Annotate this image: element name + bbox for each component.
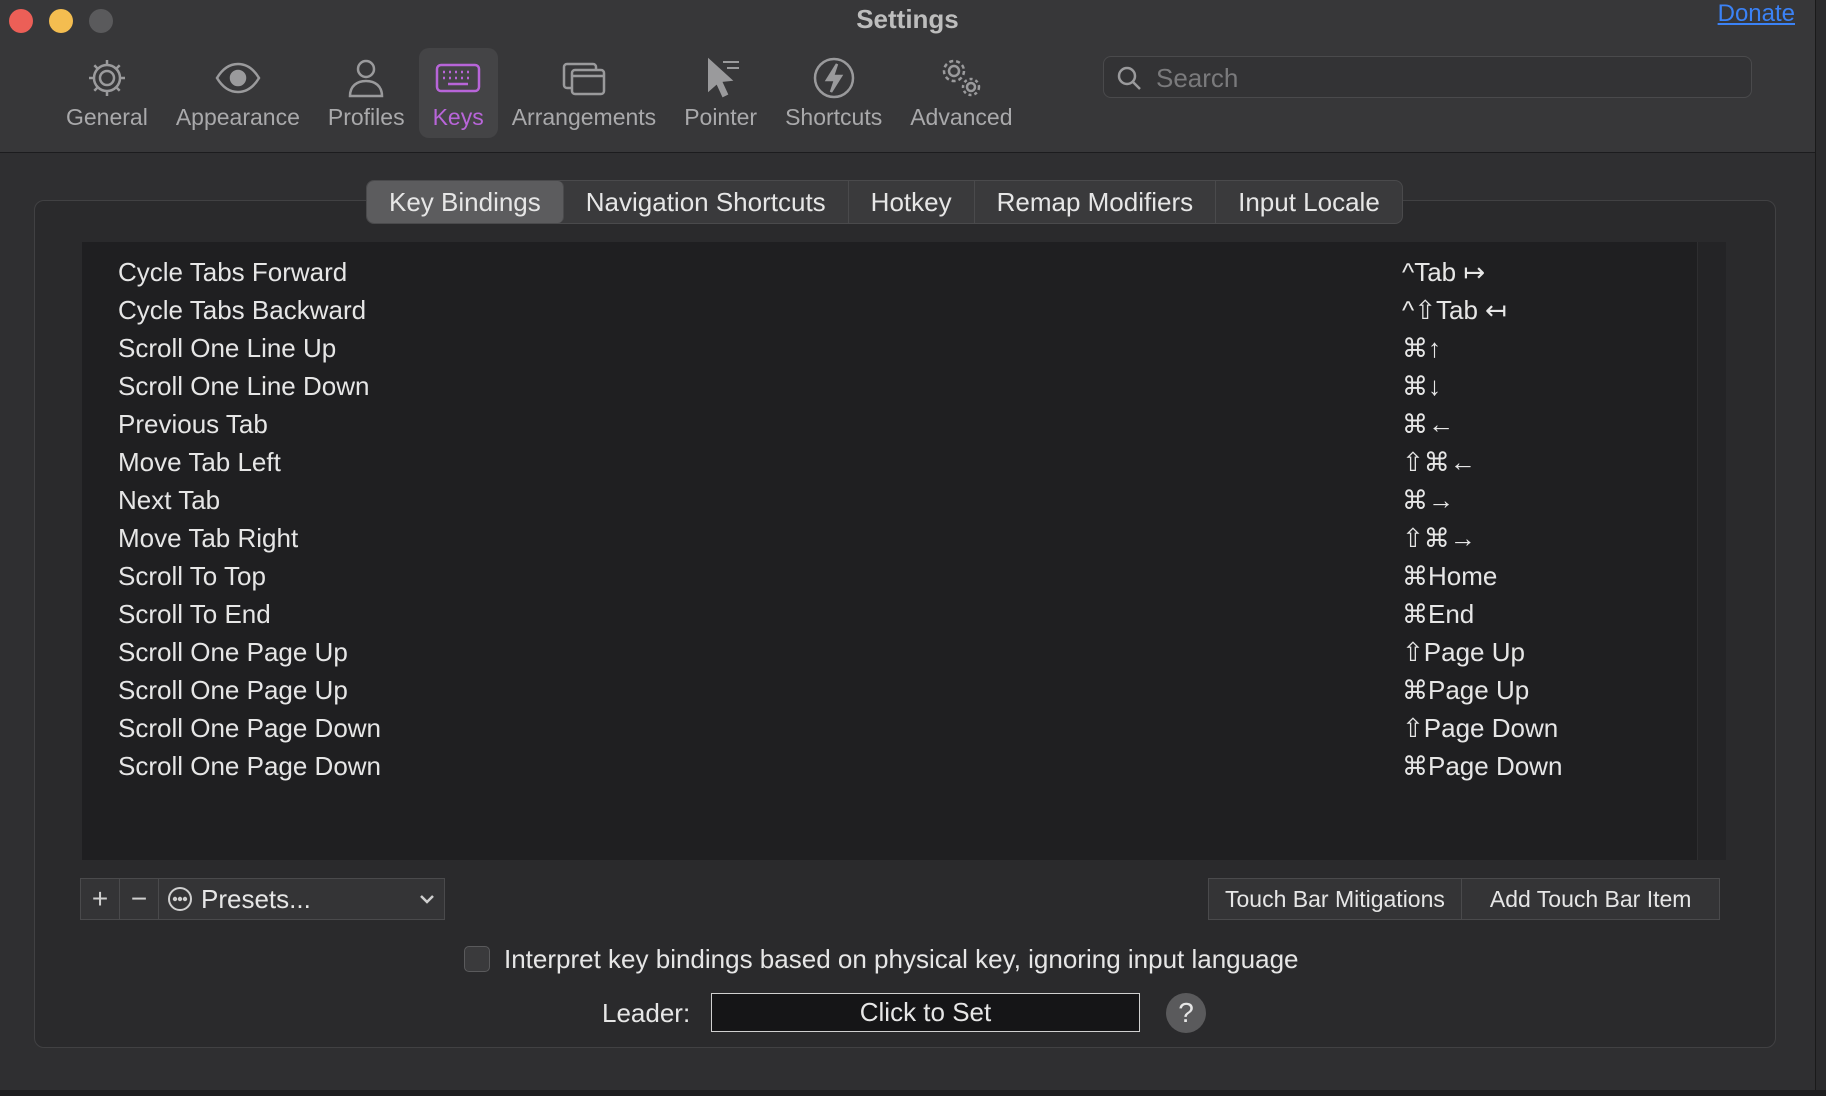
chevron-down-icon	[420, 895, 434, 904]
tab-input-locale[interactable]: Input Locale	[1216, 181, 1402, 223]
toolbar-label: Profiles	[327, 104, 405, 130]
gear-icon	[88, 60, 125, 96]
table-row[interactable]: Move Tab Left ⇧⌘←	[82, 443, 1682, 481]
tab-hotkey[interactable]: Hotkey	[849, 181, 975, 223]
binding-keys: ⌘Page Up	[1402, 675, 1530, 705]
toolbar-label: Arrangements	[511, 104, 657, 130]
binding-keys: ⌘Page Down	[1402, 751, 1563, 781]
help-button[interactable]: ?	[1166, 993, 1206, 1033]
binding-keys: ⌘Home	[1402, 561, 1498, 591]
table-row[interactable]: Previous Tab ⌘←	[82, 405, 1682, 443]
keys-tabs: Key Bindings Navigation Shortcuts Hotkey…	[366, 180, 1403, 224]
physical-key-checkbox-label: Interpret key bindings based on physical…	[504, 944, 1299, 974]
table-row[interactable]: Scroll One Line Down ⌘↓	[82, 367, 1682, 405]
toolbar-label: Shortcuts	[785, 104, 883, 130]
presets-label: Presets...	[201, 883, 311, 914]
binding-controls: + − Presets...	[80, 878, 445, 920]
toolbar-appearance[interactable]: Appearance	[162, 48, 314, 138]
table-row[interactable]: Next Tab ⌘→	[82, 481, 1682, 519]
touch-bar-mitigations-button[interactable]: Touch Bar Mitigations	[1209, 879, 1461, 919]
table-scrollbar[interactable]	[1697, 242, 1726, 860]
binding-action: Scroll One Page Down	[118, 713, 382, 743]
toolbar-label: Appearance	[175, 104, 300, 130]
table-row[interactable]: Scroll To End ⌘End	[82, 595, 1682, 633]
binding-action: Next Tab	[118, 485, 221, 515]
physical-key-checkbox[interactable]	[464, 946, 490, 972]
donate-link[interactable]: Donate	[1718, 0, 1795, 28]
tab-navigation-shortcuts[interactable]: Navigation Shortcuts	[564, 181, 849, 223]
ellipsis-circle-icon	[168, 887, 192, 911]
binding-keys: ⌘↓	[1402, 371, 1441, 401]
binding-action: Move Tab Left	[118, 447, 281, 477]
windows-icon	[562, 62, 606, 96]
preferences-toolbar: General Appearance Profiles Keys Arrange…	[52, 48, 1027, 138]
search-input[interactable]	[1154, 59, 1738, 97]
toolbar-label: Pointer	[684, 104, 758, 130]
binding-keys: ⇧Page Down	[1402, 713, 1559, 743]
binding-action: Scroll One Line Up	[118, 333, 337, 363]
binding-keys: ⌘↑	[1402, 333, 1441, 363]
binding-keys: ⇧⌘←	[1402, 447, 1476, 477]
remove-binding-button[interactable]: −	[120, 879, 159, 919]
gears-icon	[943, 59, 981, 97]
binding-keys: ^Tab ↦	[1402, 257, 1486, 287]
table-row[interactable]: Cycle Tabs Forward ^Tab ↦	[82, 253, 1682, 291]
leader-label: Leader:	[602, 998, 691, 1028]
toolbar-advanced[interactable]: Advanced	[896, 48, 1026, 138]
binding-action: Cycle Tabs Forward	[118, 257, 348, 287]
window-bottom-edge	[0, 1090, 1826, 1096]
table-row[interactable]: Scroll One Page Down ⇧Page Down	[82, 709, 1682, 747]
binding-keys: ⇧⌘→	[1402, 523, 1476, 553]
bolt-icon	[813, 57, 854, 99]
table-row[interactable]: Scroll To Top ⌘Home	[82, 557, 1682, 595]
tab-key-bindings[interactable]: Key Bindings	[367, 181, 564, 223]
tab-remap-modifiers[interactable]: Remap Modifiers	[975, 181, 1217, 223]
window-title: Settings	[856, 4, 959, 34]
binding-keys: ^⇧Tab ↤	[1402, 295, 1507, 325]
settings-window: Settings Donate General Appearance Profi…	[0, 0, 1816, 1090]
search-field[interactable]	[1103, 56, 1752, 98]
table-row[interactable]: Cycle Tabs Backward ^⇧Tab ↤	[82, 291, 1682, 329]
titlebar: Settings Donate General Appearance Profi…	[0, 0, 1815, 153]
table-row[interactable]: Scroll One Page Down ⌘Page Down	[82, 747, 1682, 785]
pointer-icon	[707, 57, 739, 98]
keyboard-icon	[435, 63, 481, 93]
binding-action: Previous Tab	[118, 409, 268, 439]
search-icon	[1117, 66, 1141, 90]
binding-action: Scroll One Page Down	[118, 751, 382, 781]
eye-icon	[215, 62, 261, 94]
toolbar-label: Keys	[432, 104, 484, 130]
binding-action: Scroll One Page Up	[118, 637, 348, 667]
table-row[interactable]: Scroll One Line Up ⌘↑	[82, 329, 1682, 367]
binding-action: Scroll One Page Up	[118, 675, 348, 705]
person-icon	[348, 59, 384, 98]
binding-action: Scroll One Line Down	[118, 371, 370, 401]
binding-keys: ⌘End	[1402, 599, 1475, 629]
add-touch-bar-item-button[interactable]: Add Touch Bar Item	[1460, 879, 1720, 919]
table-row[interactable]: Scroll One Page Up ⇧Page Up	[82, 633, 1682, 671]
toolbar-label: General	[66, 104, 148, 130]
binding-keys: ⌘←	[1402, 409, 1454, 439]
table-row[interactable]: Move Tab Right ⇧⌘→	[82, 519, 1682, 557]
leader-set-button[interactable]: Click to Set	[711, 993, 1140, 1032]
binding-keys: ⌘→	[1402, 485, 1454, 515]
binding-action: Move Tab Right	[118, 523, 299, 553]
toolbar-shortcuts[interactable]: Shortcuts	[771, 48, 896, 138]
key-bindings-table[interactable]: Cycle Tabs Forward ^Tab ↦ Cycle Tabs Back…	[82, 242, 1726, 860]
binding-action: Scroll To End	[118, 599, 271, 629]
presets-dropdown[interactable]: Presets...	[159, 879, 444, 919]
touch-bar-controls: Touch Bar Mitigations Add Touch Bar Item	[1208, 878, 1721, 920]
toolbar-pointer[interactable]: Pointer	[670, 48, 771, 138]
add-binding-button[interactable]: +	[81, 879, 120, 919]
toolbar-keys[interactable]: Keys	[418, 48, 498, 138]
toolbar-label: Advanced	[910, 104, 1013, 130]
binding-action: Scroll To Top	[118, 561, 266, 591]
toolbar-arrangements[interactable]: Arrangements	[498, 48, 670, 138]
toolbar-profiles[interactable]: Profiles	[314, 48, 419, 138]
binding-action: Cycle Tabs Backward	[118, 295, 367, 325]
table-row[interactable]: Scroll One Page Up ⌘Page Up	[82, 671, 1682, 709]
binding-keys: ⇧Page Up	[1402, 637, 1525, 667]
toolbar-general[interactable]: General	[52, 48, 162, 138]
